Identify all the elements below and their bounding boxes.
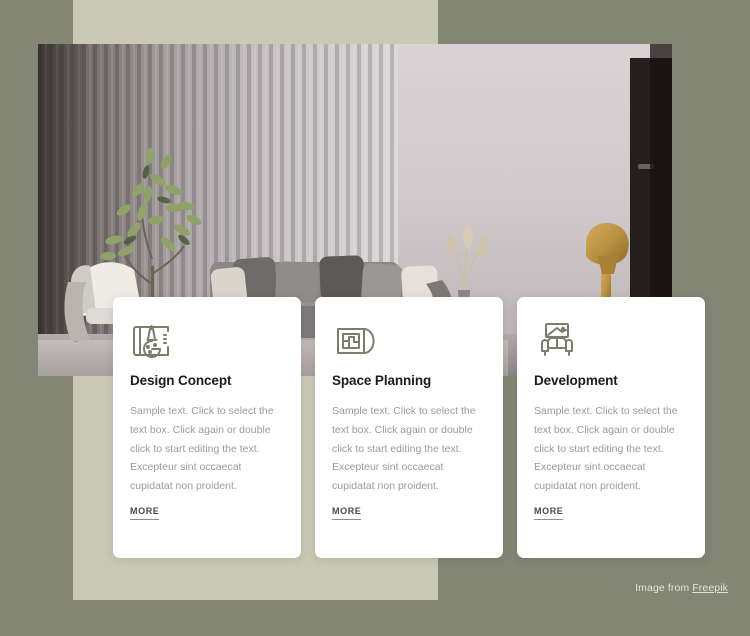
image-credit: Image from Freepik [635, 582, 728, 594]
card-design-concept[interactable]: Design Concept Sample text. Click to sel… [113, 297, 301, 558]
freepik-link[interactable]: Freepik [692, 582, 728, 594]
card-body-text: Sample text. Click to select the text bo… [332, 405, 476, 492]
more-link[interactable]: MORE [130, 506, 160, 520]
more-link[interactable]: MORE [332, 506, 362, 520]
more-link[interactable]: MORE [534, 506, 564, 520]
space-planning-icon [332, 319, 376, 363]
image-credit-prefix: Image from [635, 582, 693, 594]
design-concept-icon [130, 319, 174, 363]
card-title: Space Planning [332, 373, 432, 388]
card-title: Development [534, 373, 618, 388]
card-title: Design Concept [130, 373, 232, 388]
card-space-planning[interactable]: Space Planning Sample text. Click to sel… [315, 297, 503, 558]
card-body-text: Sample text. Click to select the text bo… [130, 405, 274, 492]
page-stage: Design Concept Sample text. Click to sel… [0, 0, 750, 636]
feature-cards: Design Concept Sample text. Click to sel… [113, 297, 705, 558]
card-development[interactable]: Development Sample text. Click to select… [517, 297, 705, 558]
card-body-text: Sample text. Click to select the text bo… [534, 405, 678, 492]
development-icon [534, 319, 578, 363]
